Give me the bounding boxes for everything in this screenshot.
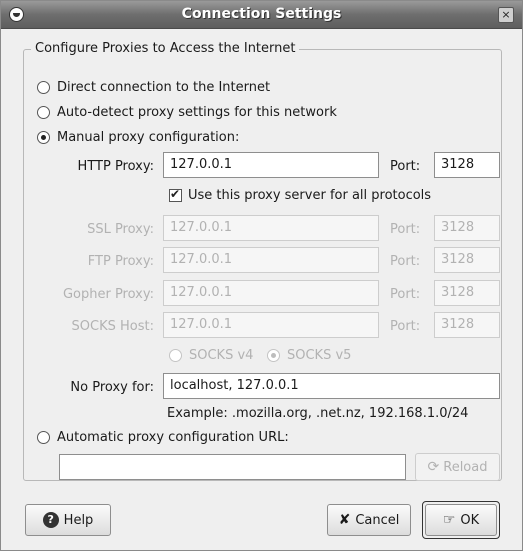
- direct-connection-radio[interactable]: [37, 80, 50, 94]
- socks-v4-radio[interactable]: [169, 348, 182, 362]
- auto-url-option[interactable]: Automatic proxy configuration URL:: [37, 428, 289, 446]
- ssl-port-label: Port:: [390, 222, 421, 237]
- gopher-proxy-label: Gopher Proxy:: [62, 287, 154, 302]
- direct-connection-label: Direct connection to the Internet: [57, 79, 271, 95]
- reload-icon: ⟳: [427, 459, 440, 475]
- cancel-label: Cancel: [355, 512, 400, 528]
- socks-v5-option[interactable]: SOCKS v5: [267, 346, 351, 364]
- http-proxy-label: HTTP Proxy:: [77, 159, 154, 174]
- gopher-port-label: Port:: [390, 287, 421, 302]
- socks-port-input[interactable]: 3128: [434, 312, 500, 338]
- direct-connection-option[interactable]: Direct connection to the Internet: [37, 78, 270, 96]
- use-same-proxy-label: Use this proxy server for all protocols: [188, 187, 432, 203]
- gopher-proxy-input[interactable]: 127.0.0.1: [163, 280, 379, 306]
- auto-url-radio[interactable]: [37, 430, 50, 444]
- ok-button[interactable]: ☞ OK: [425, 504, 497, 536]
- use-same-proxy-checkbox[interactable]: [169, 187, 182, 202]
- manual-config-label: Manual proxy configuration:: [57, 129, 240, 145]
- help-label: Help: [63, 512, 94, 528]
- ftp-port-input[interactable]: 3128: [434, 247, 500, 273]
- socks-v4-label: SOCKS v4: [189, 347, 254, 363]
- http-port-input[interactable]: 3128: [434, 152, 500, 178]
- ftp-port-label: Port:: [390, 254, 421, 269]
- help-icon: ?: [42, 512, 59, 528]
- ftp-proxy-input[interactable]: 127.0.0.1: [163, 247, 379, 273]
- reload-button[interactable]: ⟳ Reload: [415, 453, 500, 481]
- frame-legend: Configure Proxies to Access the Internet: [31, 41, 300, 56]
- socks-host-input[interactable]: 127.0.0.1: [163, 312, 379, 338]
- no-proxy-input[interactable]: localhost, 127.0.0.1: [163, 373, 500, 399]
- gopher-port-input[interactable]: 3128: [434, 280, 500, 306]
- autodetect-label: Auto-detect proxy settings for this netw…: [57, 104, 337, 120]
- title-bar[interactable]: Connection Settings ×: [1, 1, 522, 29]
- socks-v5-radio[interactable]: [267, 348, 280, 362]
- autodetect-option[interactable]: Auto-detect proxy settings for this netw…: [37, 103, 337, 121]
- use-same-proxy-option[interactable]: Use this proxy server for all protocols: [169, 186, 431, 204]
- autodetect-radio[interactable]: [37, 105, 50, 119]
- cancel-icon: ✘: [338, 512, 351, 528]
- manual-config-radio[interactable]: [37, 130, 50, 144]
- socks-port-label: Port:: [390, 319, 421, 334]
- connection-settings-dialog: Connection Settings × Configure Proxies …: [0, 0, 523, 551]
- socks-v4-option[interactable]: SOCKS v4: [169, 346, 253, 364]
- socks-v5-label: SOCKS v5: [287, 347, 352, 363]
- ssl-proxy-label: SSL Proxy:: [87, 222, 154, 237]
- help-button[interactable]: ? Help: [25, 504, 111, 536]
- no-proxy-label: No Proxy for:: [70, 380, 154, 395]
- close-button[interactable]: ×: [498, 7, 514, 23]
- ssl-port-input[interactable]: 3128: [434, 215, 500, 241]
- http-proxy-input[interactable]: 127.0.0.1: [163, 152, 379, 178]
- manual-config-option[interactable]: Manual proxy configuration:: [37, 128, 239, 146]
- dialog-title: Connection Settings: [181, 6, 342, 22]
- cancel-button[interactable]: ✘ Cancel: [327, 504, 411, 536]
- http-port-label: Port:: [390, 159, 421, 174]
- ok-label: OK: [460, 512, 480, 528]
- ftp-proxy-label: FTP Proxy:: [87, 254, 154, 269]
- ok-icon: ☞: [442, 512, 456, 528]
- socks-host-label: SOCKS Host:: [71, 319, 154, 334]
- no-proxy-example: Example: .mozilla.org, .net.nz, 192.168.…: [167, 406, 469, 421]
- ssl-proxy-input[interactable]: 127.0.0.1: [163, 215, 379, 241]
- auto-url-input[interactable]: [59, 454, 406, 480]
- auto-url-label: Automatic proxy configuration URL:: [57, 429, 289, 445]
- reload-label: Reload: [443, 459, 488, 475]
